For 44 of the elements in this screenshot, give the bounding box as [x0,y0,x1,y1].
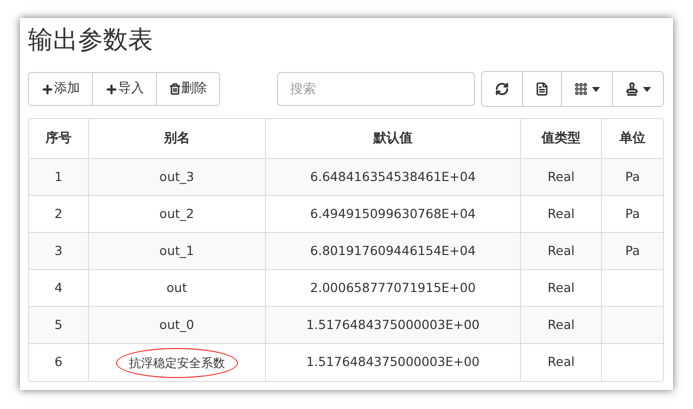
table-cell-text: out_0 [159,316,194,334]
table-cell-text: out [166,278,187,297]
export-button[interactable] [612,72,663,106]
delete-button[interactable]: 删除 [156,73,219,105]
refresh-icon [495,82,509,96]
table-cell-text: Real [548,353,575,372]
trash-icon [169,83,181,95]
search-field[interactable]: 搜索 [277,72,475,106]
table-cell: 抗浮稳定安全系数 [116,348,238,378]
table-cell-text: out_1 [159,242,194,260]
column-header: 单位 [601,119,663,158]
table-cell-text: 1.5176484375000003E+00 [306,316,480,334]
table-cell-text: 2 [54,204,62,223]
table-cell-text: 1.5176484375000003E+00 [306,353,480,372]
table-cell-text: Real [548,242,575,260]
table-cell-text: 6 [54,353,62,372]
column-header: 默认值 [264,119,520,158]
table-cell-text: 6.494915099630768E+04 [310,204,476,223]
table-cell-text: out_3 [159,168,194,186]
plus-icon [41,82,54,96]
column-header: 别名 [88,119,265,158]
page-title: 输出参数表 [28,24,154,56]
table-cell-text: out_2 [159,204,194,223]
caret-icon [592,86,600,92]
table-cell-text: 1 [54,168,62,186]
column-header: 值类型 [520,119,602,158]
list-icon [535,82,549,96]
table-cell-text: 4 [54,278,62,297]
table-cell-text: Real [548,278,575,297]
table-cell-text: Real [548,204,575,223]
table-cell-text: Pa [625,204,640,223]
table-cell-text: 6.801917609446154E+04 [310,242,476,260]
table-cell-text: Real [548,168,575,186]
table-cell-text: Pa [625,168,640,186]
table-cell-text: 3 [54,242,62,260]
caret-icon [643,86,651,92]
grid-icon [574,82,588,96]
table-cell-text: 5 [54,316,62,334]
column-header: 序号 [44,130,72,148]
plus-icon [105,82,118,96]
table-cell-text: Pa [625,242,640,260]
table-cell-text: Real [548,316,575,334]
table-cell-text: 2.000658777071915E+00 [310,278,476,297]
table-cell-text: 6.648416354538461E+04 [310,168,476,186]
